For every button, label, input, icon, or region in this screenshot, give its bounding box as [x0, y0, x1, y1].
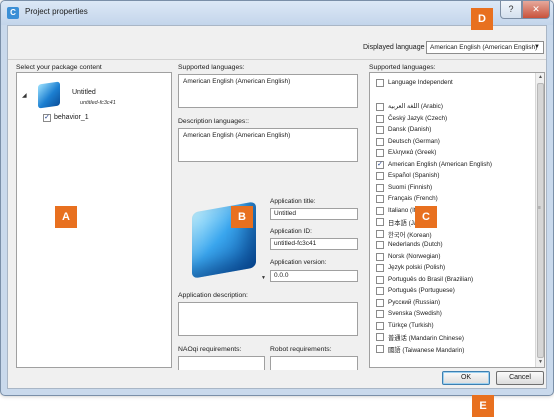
- grip-icon: ≡: [538, 205, 541, 211]
- behavior-label: behavior_1: [54, 114, 89, 121]
- package-cube-icon: [38, 81, 60, 109]
- supported-languages-box[interactable]: American English (American English): [178, 74, 358, 108]
- displayed-language-value: American English (American English): [430, 44, 538, 51]
- language-label: Ελληνικά (Greek): [388, 149, 437, 156]
- package-id: untitled-fc3c41: [80, 100, 116, 106]
- behavior-checkbox[interactable]: ✓: [43, 114, 51, 122]
- checkbox[interactable]: [376, 206, 384, 215]
- callout-marker-d: D: [471, 8, 493, 30]
- naoqi-requirements-box[interactable]: [178, 356, 265, 370]
- scrollbar-thumb[interactable]: [537, 83, 544, 358]
- chevron-down-icon: ▼: [534, 44, 540, 50]
- help-button[interactable]: ?: [500, 1, 522, 19]
- displayed-language-label: Displayed language: [363, 44, 425, 51]
- application-version-label: Application version:: [270, 259, 327, 266]
- project-properties-window: C Project properties ? ✕ Displayed langu…: [0, 0, 554, 396]
- language-label: Norsk (Norwegian): [388, 252, 441, 260]
- cancel-button[interactable]: Cancel: [496, 371, 544, 385]
- naoqi-requirements-label: NAOqi requirements:: [178, 346, 242, 353]
- language-label: 國語 (Taiwanese Mandarin): [388, 346, 465, 354]
- checkbox[interactable]: [376, 149, 384, 157]
- language-label: Português do Brasil (Brazilian): [388, 275, 474, 283]
- application-id-label: Application ID:: [270, 228, 312, 235]
- checkbox[interactable]: [376, 344, 384, 353]
- window-title: Project properties: [25, 7, 88, 16]
- checkbox[interactable]: [376, 275, 384, 284]
- checkbox[interactable]: [376, 310, 384, 318]
- callout-marker-e: E: [472, 395, 494, 417]
- supported-languages-value: American English (American English): [183, 78, 291, 85]
- checkbox[interactable]: [376, 195, 384, 203]
- application-title-label: Application title:: [270, 198, 316, 205]
- application-description-box[interactable]: [178, 302, 358, 336]
- checkbox[interactable]: [376, 333, 384, 341]
- ok-button[interactable]: OK: [442, 371, 490, 385]
- checkbox[interactable]: [376, 264, 384, 272]
- language-independent-label: Language Independent: [388, 79, 453, 86]
- application-info-column: Supported languages: American English (A…: [178, 62, 358, 372]
- checkbox[interactable]: [376, 241, 384, 249]
- scroll-down-icon[interactable]: ▼: [536, 358, 544, 367]
- application-version-input[interactable]: 0.0.0: [270, 270, 358, 282]
- supported-languages-label: Supported languages:: [178, 64, 245, 71]
- checkbox[interactable]: [376, 287, 384, 295]
- checkbox[interactable]: [376, 183, 384, 192]
- app-icon: C: [7, 7, 19, 19]
- checkbox[interactable]: [376, 298, 384, 307]
- callout-marker-a: A: [55, 206, 77, 228]
- language-label: American English (American English): [388, 160, 492, 168]
- language-label: Svenska (Swedish): [388, 310, 442, 317]
- package-name: Untitled: [72, 89, 96, 96]
- scrollbar[interactable]: ▲ ≡ ▼: [535, 73, 544, 367]
- checkbox[interactable]: [376, 103, 384, 111]
- checkbox[interactable]: [376, 321, 384, 330]
- scroll-up-icon[interactable]: ▲: [536, 73, 544, 82]
- display-language-row: Displayed language American English (Ame…: [8, 26, 546, 62]
- package-content-tree[interactable]: ◢ Untitled untitled-fc3c41 ✓ behavior_1: [16, 72, 172, 368]
- checkbox[interactable]: [376, 137, 384, 146]
- close-button[interactable]: ✕: [522, 1, 550, 19]
- languages-panel-label: Supported languages:: [369, 64, 436, 71]
- checkbox[interactable]: [376, 126, 384, 134]
- language-label: Nederlands (Dutch): [388, 241, 443, 248]
- icon-dropdown-arrow-icon[interactable]: ▼: [261, 275, 266, 281]
- displayed-language-select[interactable]: American English (American English) ▼: [426, 41, 544, 54]
- callout-marker-c: C: [415, 206, 437, 228]
- checkbox[interactable]: [376, 229, 384, 238]
- language-label: 普通话 (Mandarin Chinese): [388, 335, 464, 342]
- triangle-down-icon[interactable]: ◢: [22, 92, 27, 99]
- language-label: Español (Spanish): [388, 172, 440, 179]
- language-label: Český Jazyk (Czech): [388, 114, 448, 122]
- checkbox[interactable]: [376, 172, 384, 180]
- language-label: Türkçe (Turkish): [388, 321, 434, 329]
- language-label: Dansk (Danish): [388, 126, 432, 133]
- language-label: 한국어 (Korean): [388, 231, 432, 239]
- language-label: Suomi (Finnish): [388, 183, 433, 191]
- checkbox[interactable]: [376, 114, 384, 123]
- dialog-body: Displayed language American English (Ame…: [7, 25, 547, 389]
- checkbox[interactable]: [376, 252, 384, 261]
- language-label: Deutsch (German): [388, 137, 440, 145]
- language-label: اللغة العربية (Arabic): [388, 103, 443, 110]
- checkbox[interactable]: [376, 218, 384, 226]
- language-label: Português (Portuguese): [388, 287, 455, 294]
- description-languages-value: American English (American English): [183, 132, 291, 139]
- application-description-label: Application description:: [178, 292, 248, 299]
- application-title-input[interactable]: Untitled: [270, 208, 358, 220]
- checkbox[interactable]: ✓: [376, 160, 384, 169]
- separator: [8, 59, 546, 60]
- robot-requirements-box[interactable]: [270, 356, 358, 370]
- language-label: Język polski (Polish): [388, 264, 446, 271]
- robot-requirements-label: Robot requirements:: [270, 346, 332, 353]
- callout-marker-b: B: [231, 206, 253, 228]
- description-languages-label: Description languages::: [178, 118, 250, 125]
- language-label: Français (French): [388, 195, 438, 202]
- description-languages-box[interactable]: American English (American English): [178, 128, 358, 162]
- supported-languages-list[interactable]: Language Independent اللغة العربية (Arab…: [369, 72, 545, 368]
- application-id-input[interactable]: untitled-fc3c41: [270, 238, 358, 250]
- package-content-label: Select your package content: [16, 64, 102, 71]
- language-label: Русский (Russian): [388, 298, 441, 306]
- checkbox[interactable]: [376, 79, 384, 87]
